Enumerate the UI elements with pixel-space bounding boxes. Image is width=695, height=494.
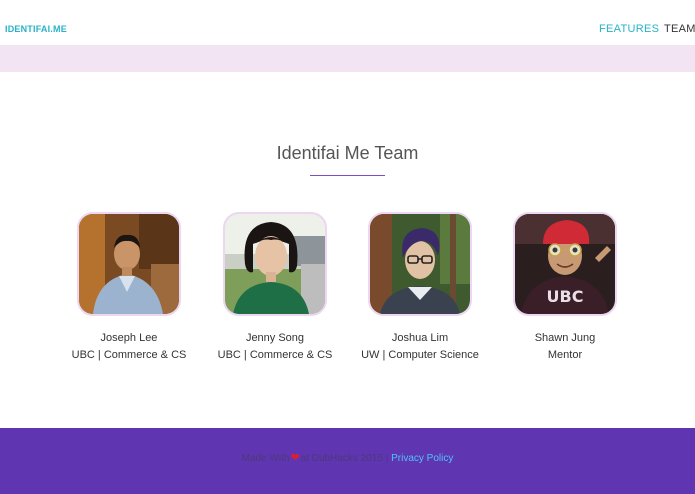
member-role: Mentor (547, 349, 583, 361)
member-name: Shawn Jung (534, 332, 596, 344)
member-role: UW | Computer Science (361, 349, 479, 361)
member-name: Joseph Lee (100, 332, 158, 344)
footer-text: Made With❤at DubHacks 2015 | Privacy Pol… (0, 451, 695, 464)
team-member-card: UBC Shawn Jung Mentor (500, 212, 630, 364)
team-member-card: Jenny Song UBC | Commerce & CS (210, 212, 340, 364)
team-section-title: Identifai Me Team (276, 143, 419, 163)
team-member-card: Joseph Lee UBC | Commerce & CS (64, 212, 194, 364)
footer-made-with: Made With (241, 453, 290, 464)
member-name: Jenny Song (245, 332, 305, 344)
header-band (0, 45, 695, 72)
privacy-policy-link[interactable]: Privacy Policy (391, 453, 453, 464)
navbar: IDENTIFAI.ME FEATURES TEAM (0, 0, 695, 45)
member-role: UBC | Commerce & CS (217, 349, 333, 361)
member-name: Joshua Lim (391, 332, 449, 344)
member-photo-joshua (368, 212, 472, 316)
team-member-card: Joshua Lim UW | Computer Science (355, 212, 485, 364)
member-photo-shawn: UBC (513, 212, 617, 316)
member-role: UBC | Commerce & CS (71, 349, 187, 361)
svg-text:UBC: UBC (547, 287, 584, 306)
member-photo-jenny (223, 212, 327, 316)
nav-link-features[interactable]: FEATURES (599, 23, 659, 35)
member-photo-joseph (77, 212, 181, 316)
heart-icon: ❤ (290, 452, 300, 464)
title-underline (310, 175, 385, 176)
nav-link-team[interactable]: TEAM (664, 23, 695, 35)
footer-event: at DubHacks 2015 | (300, 453, 389, 464)
brand-logo-link[interactable]: IDENTIFAI.ME (5, 24, 67, 34)
